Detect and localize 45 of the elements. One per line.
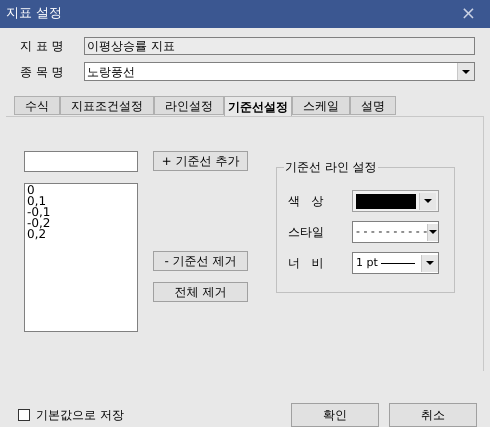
remove-all-button[interactable]: 전체 제거 (153, 282, 248, 302)
close-button[interactable]: × (460, 5, 484, 23)
dropdown-arrow-button[interactable] (421, 254, 438, 272)
tab[interactable]: 수식 (14, 96, 60, 115)
tab[interactable]: 지표조건설정 (60, 96, 154, 115)
line-sample (380, 262, 415, 264)
field-label: 종 목 명 (20, 64, 65, 80)
group-title: 기준선 라인 설정 (284, 159, 378, 175)
tab[interactable]: 스케일 (292, 96, 350, 115)
checkbox[interactable] (18, 409, 30, 421)
field-label: 지 표 명 (20, 38, 65, 55)
caret-icon (426, 261, 434, 265)
list-item[interactable]: -0,2 (27, 218, 137, 229)
setting-label: 색 상 (287, 193, 324, 210)
window-title: 지표 설정 (6, 5, 62, 24)
list-item[interactable]: 0 (27, 185, 137, 196)
baseline-input[interactable] (24, 151, 138, 172)
setting-label: 너 비 (287, 255, 324, 272)
tab[interactable]: 기준선설정 (224, 96, 292, 116)
setting-label: 스타일 (287, 224, 325, 241)
dropdown-arrow-button[interactable] (427, 224, 438, 240)
dropdown-value: 1 pt (356, 254, 378, 271)
dialog-button[interactable]: 취소 (389, 403, 477, 427)
dialog-button[interactable]: 확인 (291, 403, 379, 427)
dropdown-value: - - - - - - - - - - (356, 224, 428, 240)
caret-icon (429, 230, 438, 234)
baseline-list[interactable]: 0 0,1 -0,1 -0,2 0,2 (24, 183, 138, 332)
list-item[interactable]: 0,1 (27, 196, 137, 207)
indicator-name-field: 이평상승률 지표 (84, 37, 475, 55)
line-width-dropdown[interactable]: 1 pt (352, 252, 439, 274)
caret-icon (424, 199, 432, 203)
stock-name-dropdown[interactable]: 노랑풍선 (84, 62, 475, 81)
dropdown-value: 노랑풍선 (87, 64, 135, 80)
dropdown-arrow-button[interactable] (457, 63, 474, 80)
list-item[interactable]: -0,1 (27, 207, 137, 218)
color-dropdown[interactable] (352, 190, 439, 212)
tab[interactable]: 라인설정 (154, 96, 224, 115)
checkbox-label: 기본값으로 저장 (36, 407, 124, 424)
remove-baseline-button[interactable]: - 기준선 제거 (153, 251, 248, 271)
tab[interactable]: 설명 (350, 96, 396, 115)
caret-icon (462, 70, 470, 74)
dropdown-arrow-button[interactable] (419, 192, 436, 210)
add-baseline-button[interactable]: + 기준선 추가 (153, 151, 248, 171)
line-style-dropdown[interactable]: - - - - - - - - - - (352, 221, 439, 243)
list-item[interactable]: 0,2 (27, 229, 137, 240)
